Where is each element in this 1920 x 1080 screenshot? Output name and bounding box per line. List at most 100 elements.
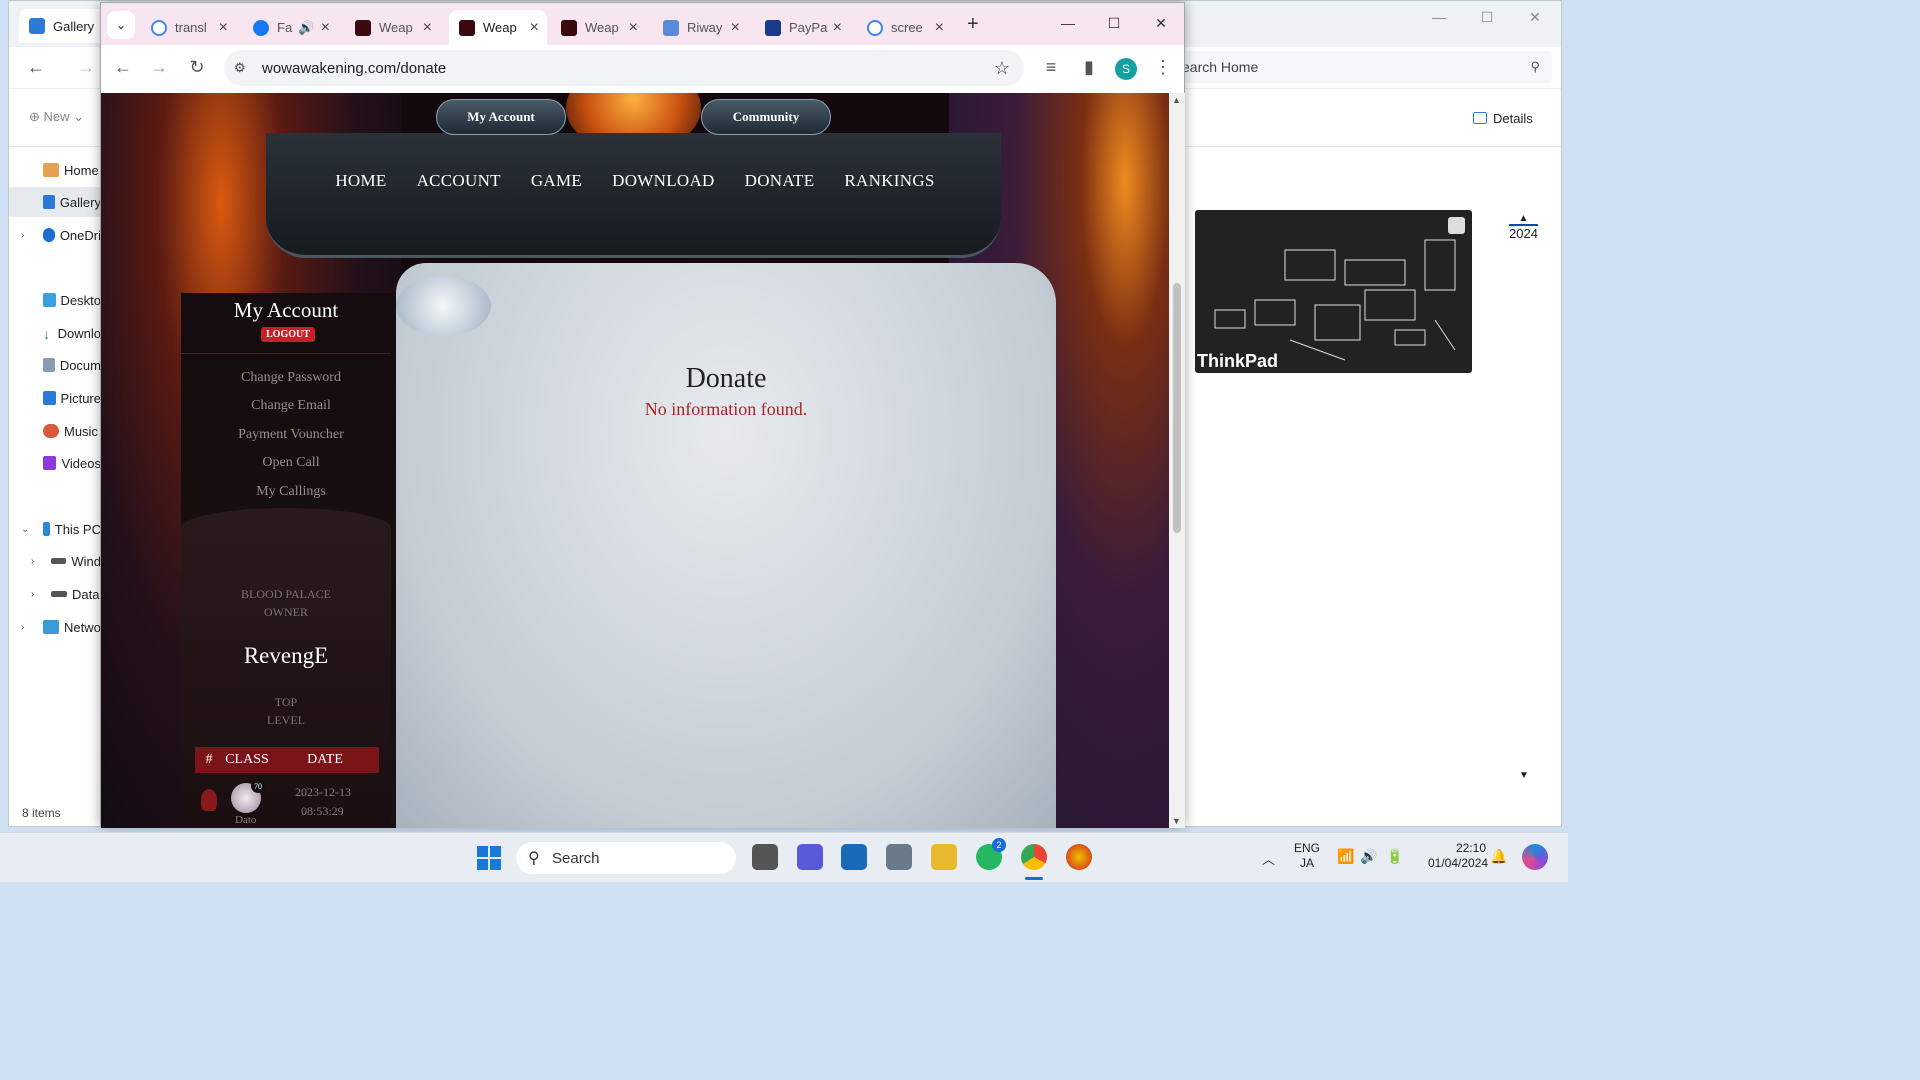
close-icon[interactable]: ✕ (1138, 7, 1184, 39)
forward-arrow-icon[interactable]: → (77, 57, 95, 78)
link-change-email[interactable]: Change Email (181, 398, 401, 414)
scroll-up-icon[interactable]: ▲ (1509, 213, 1538, 224)
side-panel-icon[interactable]: ▮ (1077, 57, 1101, 78)
clock[interactable]: 22:10 01/04/2024 (1428, 841, 1488, 871)
file-explorer-icon[interactable] (931, 844, 957, 870)
close-icon[interactable]: ✕ (1512, 1, 1558, 33)
browser-tab-active[interactable]: Weap × (449, 10, 547, 45)
close-tab-icon[interactable]: × (219, 19, 228, 37)
close-tab-icon[interactable]: × (833, 19, 842, 37)
explorer-search-input[interactable]: earch Home ⚲ (1174, 51, 1552, 83)
chevron-down-icon[interactable]: ⌄ (21, 524, 29, 535)
nav-item-downloads[interactable]: ↓ Downlo (9, 318, 101, 348)
volume-icon[interactable]: 🔊 (1360, 848, 1377, 865)
nav-account[interactable]: ACCOUNT (402, 171, 516, 191)
details-button[interactable]: Details (1473, 111, 1533, 126)
store-icon[interactable] (841, 844, 867, 870)
chevron-up-icon[interactable]: ︿ (1262, 849, 1275, 868)
nav-item-data-drive[interactable]: › Data (9, 579, 101, 609)
task-view-icon[interactable] (752, 844, 778, 870)
chevron-right-icon[interactable]: › (21, 230, 24, 241)
app-icon[interactable] (1066, 844, 1092, 870)
maximize-icon[interactable]: ☐ (1464, 1, 1510, 33)
nav-item-pictures[interactable]: Picture (9, 383, 101, 413)
windows-start-icon[interactable] (477, 846, 501, 870)
link-payment-voucher[interactable]: Payment Vouncher (181, 427, 401, 443)
notification-bell-icon[interactable]: 🔔 (1490, 848, 1507, 865)
media-control-icon[interactable]: ≡ (1039, 57, 1063, 78)
back-arrow-icon[interactable]: ← (27, 57, 45, 78)
whatsapp-icon[interactable]: 2 (976, 838, 1006, 870)
wifi-icon[interactable]: 📶 (1337, 848, 1354, 865)
nav-item-videos[interactable]: Videos (9, 448, 101, 478)
menu-kebab-icon[interactable]: ⋮ (1151, 57, 1175, 78)
nav-item-documents[interactable]: Docum (9, 350, 101, 380)
close-tab-icon[interactable]: × (423, 19, 432, 37)
browser-tab[interactable]: Riway × (653, 10, 748, 45)
close-tab-icon[interactable]: × (731, 19, 740, 37)
top-link-community[interactable]: Community (701, 99, 831, 135)
nav-donate[interactable]: DONATE (730, 171, 830, 191)
scroll-up-icon[interactable]: ▲ (1172, 95, 1181, 105)
browser-tab[interactable]: transl × (141, 10, 236, 45)
chevron-right-icon[interactable]: › (31, 589, 34, 600)
nav-item-music[interactable]: Music (9, 416, 101, 446)
language-indicator[interactable]: ENG JA (1294, 841, 1320, 871)
nav-item-home[interactable]: Home (9, 155, 101, 185)
browser-tab[interactable]: PayPa × (755, 10, 850, 45)
camera-icon[interactable] (886, 844, 912, 870)
year-scrubber[interactable]: ▲ 2024 (1509, 213, 1538, 241)
close-tab-icon[interactable]: × (321, 19, 330, 37)
teams-icon[interactable] (797, 844, 823, 870)
battery-icon[interactable]: 🔋 (1386, 848, 1403, 865)
nav-download[interactable]: DOWNLOAD (597, 171, 730, 191)
browser-tab[interactable]: scree × (857, 10, 952, 45)
logout-button[interactable]: LOGOUT (261, 327, 315, 342)
profile-avatar[interactable]: S (1115, 58, 1137, 80)
link-change-password[interactable]: Change Password (181, 370, 401, 386)
speaker-icon[interactable]: 🔊 (298, 20, 314, 36)
bookmark-star-icon[interactable]: ☆ (994, 58, 1010, 79)
nav-game[interactable]: GAME (516, 171, 597, 191)
nav-item-desktop[interactable]: Deskto (9, 285, 101, 315)
top-link-my-account[interactable]: My Account (436, 99, 566, 135)
nav-item-this-pc[interactable]: ⌄ This PC (9, 514, 101, 544)
nav-home[interactable]: HOME (320, 171, 401, 191)
minimize-icon[interactable]: — (1045, 7, 1091, 39)
tab-title: Weap (483, 20, 517, 35)
scrollbar-thumb[interactable] (1173, 283, 1181, 533)
chevron-right-icon[interactable]: › (21, 622, 24, 633)
photo-thumbnail[interactable]: ThinkPad (1195, 210, 1472, 373)
nav-item-windows-drive[interactable]: › Wind (9, 546, 101, 576)
chrome-icon[interactable] (1021, 844, 1047, 870)
browser-tab[interactable]: Weap × (551, 10, 646, 45)
browser-tab[interactable]: Fa 🔊 × (243, 10, 338, 45)
close-tab-icon[interactable]: × (629, 19, 638, 37)
link-my-callings[interactable]: My Callings (181, 484, 401, 500)
chevron-right-icon[interactable]: › (31, 556, 34, 567)
close-tab-icon[interactable]: × (530, 19, 539, 37)
forward-arrow-icon[interactable]: → (147, 57, 171, 78)
minimize-icon[interactable]: — (1416, 1, 1462, 33)
close-tab-icon[interactable]: × (935, 19, 944, 37)
address-bar[interactable]: ⚙ wowawakening.com/donate ☆ (224, 50, 1024, 86)
back-arrow-icon[interactable]: ← (111, 57, 135, 78)
select-checkbox-icon[interactable] (1448, 217, 1465, 234)
reload-icon[interactable]: ↻ (185, 57, 209, 78)
browser-tab[interactable]: Weap × (345, 10, 440, 45)
maximize-icon[interactable]: ☐ (1091, 7, 1137, 39)
scroll-down-icon[interactable]: ▼ (1172, 816, 1181, 826)
tab-search-button[interactable]: ⌄ (107, 11, 135, 39)
copilot-icon[interactable] (1522, 844, 1548, 870)
taskbar-search[interactable]: ⚲ Search (516, 842, 736, 874)
page-scrollbar[interactable]: ▲ ▼ (1169, 93, 1185, 828)
link-open-call[interactable]: Open Call (181, 455, 401, 471)
site-info-icon[interactable]: ⚙ (234, 60, 246, 76)
nav-item-gallery[interactable]: Gallery (9, 187, 101, 217)
nav-rankings[interactable]: RANKINGS (829, 171, 949, 191)
nav-item-network[interactable]: › Netwo (9, 612, 101, 642)
nav-item-onedrive[interactable]: › OneDri (9, 220, 101, 250)
scroll-down-icon[interactable]: ▼ (1519, 770, 1529, 781)
new-button[interactable]: ⊕ New ⌄ (29, 109, 84, 125)
new-tab-icon[interactable]: + (967, 13, 979, 36)
